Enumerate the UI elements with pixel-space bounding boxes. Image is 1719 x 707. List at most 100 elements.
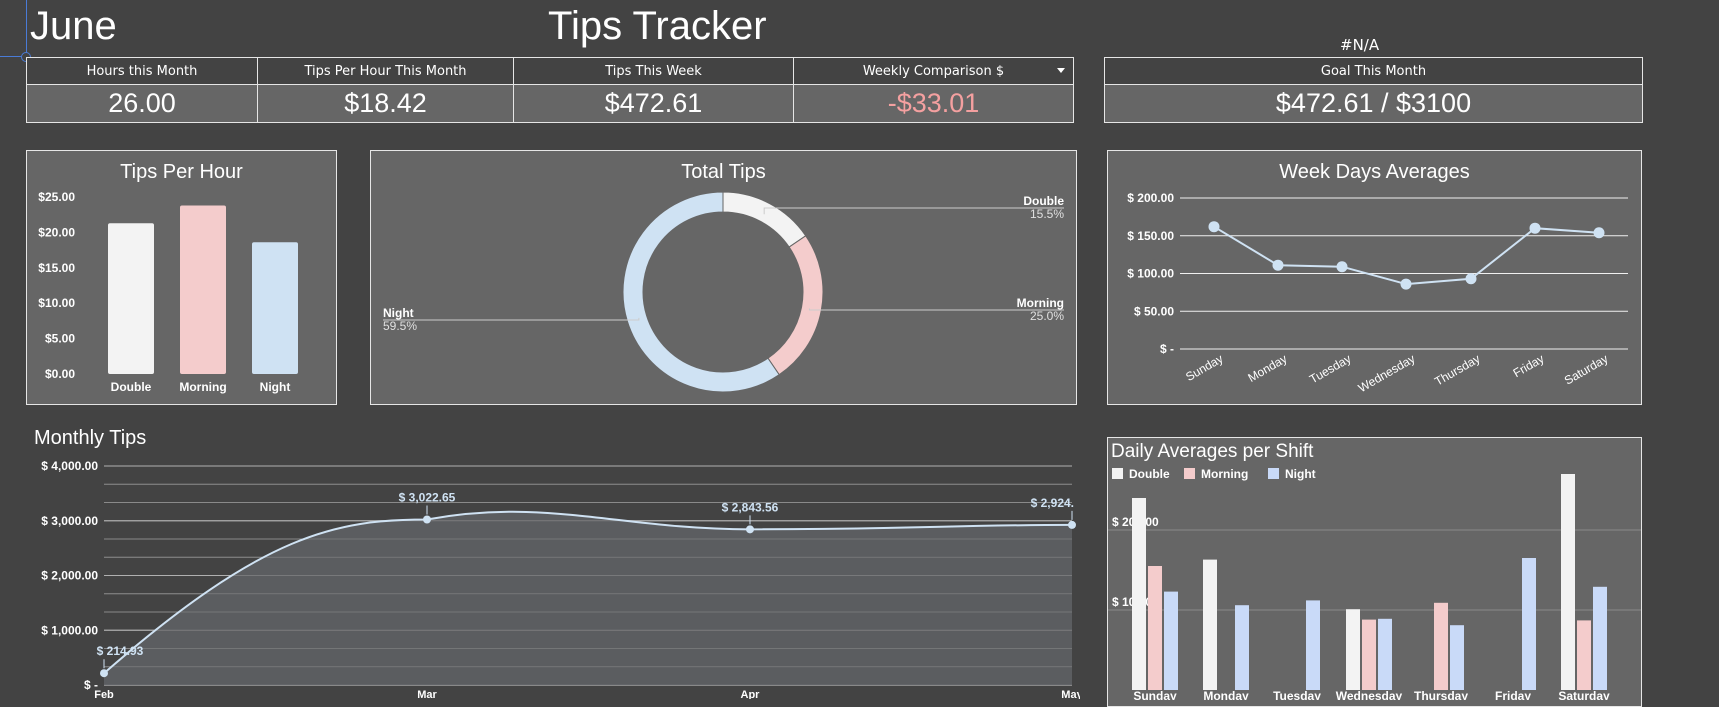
x-tick-label: Feb — [94, 689, 114, 699]
monthly-point-apr — [746, 525, 754, 534]
daily-averages-panel[interactable]: Daily Averages per Shift Double Morning Ni… — [1107, 437, 1642, 707]
bar-double-monday — [1203, 559, 1217, 690]
x-tick-label: Morning — [179, 380, 226, 394]
bar-night — [252, 242, 298, 374]
leader-line — [383, 317, 640, 321]
goal-label[interactable]: Goal This Month — [1104, 57, 1643, 85]
x-tick-label: Mar — [417, 689, 437, 699]
leader-line — [763, 207, 1064, 215]
monthly-point-feb — [100, 669, 108, 678]
y-tick-label: $ 1,000.00 — [41, 623, 98, 637]
y-tick-label: $20.00 — [38, 225, 75, 239]
total-tips-chart: Double15.5% Morning25.0% Night59.5% — [383, 191, 1064, 393]
stat-value-hours[interactable]: 26.00 — [26, 84, 258, 123]
daily-averages-chart: DoubleMorningNight$ 100.00$ 200.00Sunday… — [1108, 467, 1641, 700]
bar-night-wednesday — [1378, 618, 1392, 690]
legend-label: Double — [1129, 467, 1170, 481]
week-days-chart: $ - $ 50.00 $ 100.00 $ 150.00 $ 200.00 Sunday… — [1127, 191, 1628, 395]
x-tick-label: Friday — [1511, 351, 1547, 380]
y-tick-label: $ - — [1160, 342, 1174, 356]
stat-value-tips-per-hour[interactable]: $18.42 — [257, 84, 514, 123]
y-tick-label: $ 100.00 — [1127, 267, 1174, 281]
x-tick-label: Sunday — [1183, 351, 1225, 383]
donut-slice-double — [722, 191, 807, 248]
stat-label-tips-per-hour[interactable]: Tips Per Hour This Month — [257, 57, 514, 85]
y-tick-label: $ 50.00 — [1134, 304, 1174, 318]
bar-double-sunday — [1132, 498, 1146, 690]
weekly-comparison-label: Weekly Comparison $ — [862, 63, 1005, 79]
legend-label: Morning — [1201, 467, 1248, 481]
monthly-area-fill — [104, 511, 1072, 685]
x-tick-label: Monday — [1246, 351, 1290, 384]
month-title[interactable]: June — [30, 4, 117, 49]
week-days-panel[interactable]: Week Days Averages $ - $ 50.00 $ 100.00 $ 1… — [1107, 150, 1642, 405]
slice-percent: 25.0% — [1030, 309, 1064, 323]
legend-swatch-morning — [1184, 468, 1195, 479]
x-tick-label: Sunday — [1133, 689, 1177, 700]
monthly-tips-chart[interactable]: $ -$ 1,000.00$ 2,000.00$ 3,000.00$ 4,000… — [0, 449, 1080, 699]
x-tick-label: Thursday — [1432, 351, 1482, 388]
data-label: $ 3,022.65 — [399, 491, 456, 505]
week-point-tuesday — [1336, 261, 1348, 273]
bar-double — [108, 223, 154, 374]
stat-label-weekly-comparison[interactable]: Weekly Comparison $ — [793, 57, 1074, 85]
x-tick-label: Saturday — [1562, 351, 1611, 387]
y-tick-label: $ 200.00 — [1127, 191, 1174, 205]
bar-morning-wednesday — [1362, 619, 1376, 690]
monthly-point-may — [1068, 520, 1076, 529]
cell-cursor-hline — [0, 56, 22, 57]
x-tick-label: Saturday — [1558, 689, 1610, 700]
stat-label-hours[interactable]: Hours this Month — [26, 57, 258, 85]
y-tick-label: $15.00 — [38, 261, 75, 275]
legend-swatch-double — [1112, 468, 1123, 479]
data-label: $ 2,924. — [1031, 496, 1074, 510]
cell-cursor-line — [26, 0, 27, 57]
legend-swatch-night — [1268, 468, 1279, 479]
x-tick-label: Night — [260, 380, 291, 394]
slice-label: Night — [383, 306, 414, 320]
x-tick-label: Wednesday — [1336, 689, 1403, 700]
goal-value[interactable]: $472.61 / $3100 — [1104, 84, 1643, 123]
x-tick-label: Monday — [1203, 689, 1249, 700]
stat-value-tips-week[interactable]: $472.61 — [513, 84, 794, 123]
donut-slice-night — [622, 191, 780, 393]
bar-double-saturday — [1561, 474, 1575, 690]
y-tick-label: $25.00 — [38, 190, 75, 204]
na-cell[interactable]: #N/A — [1340, 36, 1379, 54]
bar-morning-sunday — [1148, 566, 1162, 690]
donut-slice-morning — [767, 235, 824, 376]
goal-table: Goal This Month $472.61 / $3100 — [1104, 57, 1643, 123]
tips-per-hour-panel[interactable]: Tips Per Hour $0.00 $5.00 $10.00 $15.00 $20.… — [26, 150, 337, 405]
slice-percent: 15.5% — [1030, 207, 1064, 221]
monthly-point-mar — [423, 515, 431, 524]
total-tips-panel[interactable]: Total Tips Double 15.5% Morning 25.0% Night 5… — [370, 150, 1077, 405]
dropdown-arrow-icon[interactable] — [1057, 68, 1065, 73]
bar-night-sunday — [1164, 591, 1178, 690]
x-tick-label: Tuesday — [1307, 351, 1353, 386]
bar-morning — [180, 205, 226, 374]
slice-percent: 59.5% — [383, 319, 417, 333]
bar-night-tuesday — [1306, 600, 1320, 690]
week-point-wednesday — [1400, 278, 1412, 290]
week-point-friday — [1529, 222, 1541, 234]
stat-value-weekly-comparison[interactable]: -$33.01 — [793, 84, 1074, 123]
y-tick-label: $ 4,000.00 — [41, 459, 98, 473]
x-tick-label: Wednesday — [1356, 351, 1418, 395]
x-tick-label: May — [1061, 689, 1080, 699]
slice-label: Morning — [1017, 296, 1064, 310]
x-tick-label: Thursday — [1414, 689, 1468, 700]
y-tick-label: $ 3,000.00 — [41, 514, 98, 528]
week-point-monday — [1272, 259, 1284, 271]
y-tick-label: $5.00 — [45, 332, 75, 346]
stat-label-tips-week[interactable]: Tips This Week — [513, 57, 794, 85]
y-tick-label: $ 150.00 — [1127, 229, 1174, 243]
monthly-tips-title[interactable]: Monthly Tips — [34, 427, 146, 450]
app-title[interactable]: Tips Tracker — [548, 4, 767, 49]
y-tick-label: $ 2,000.00 — [41, 569, 98, 583]
y-tick-label: $10.00 — [38, 296, 75, 310]
bar-morning-thursday — [1434, 602, 1448, 690]
week-point-thursday — [1465, 273, 1477, 285]
stats-table: Hours this Month Tips Per Hour This Mont… — [26, 57, 1074, 123]
tips-per-hour-chart: $0.00 $5.00 $10.00 $15.00 $20.00 $25.00 Double… — [38, 190, 298, 394]
data-label: $ 214.93 — [97, 644, 144, 658]
